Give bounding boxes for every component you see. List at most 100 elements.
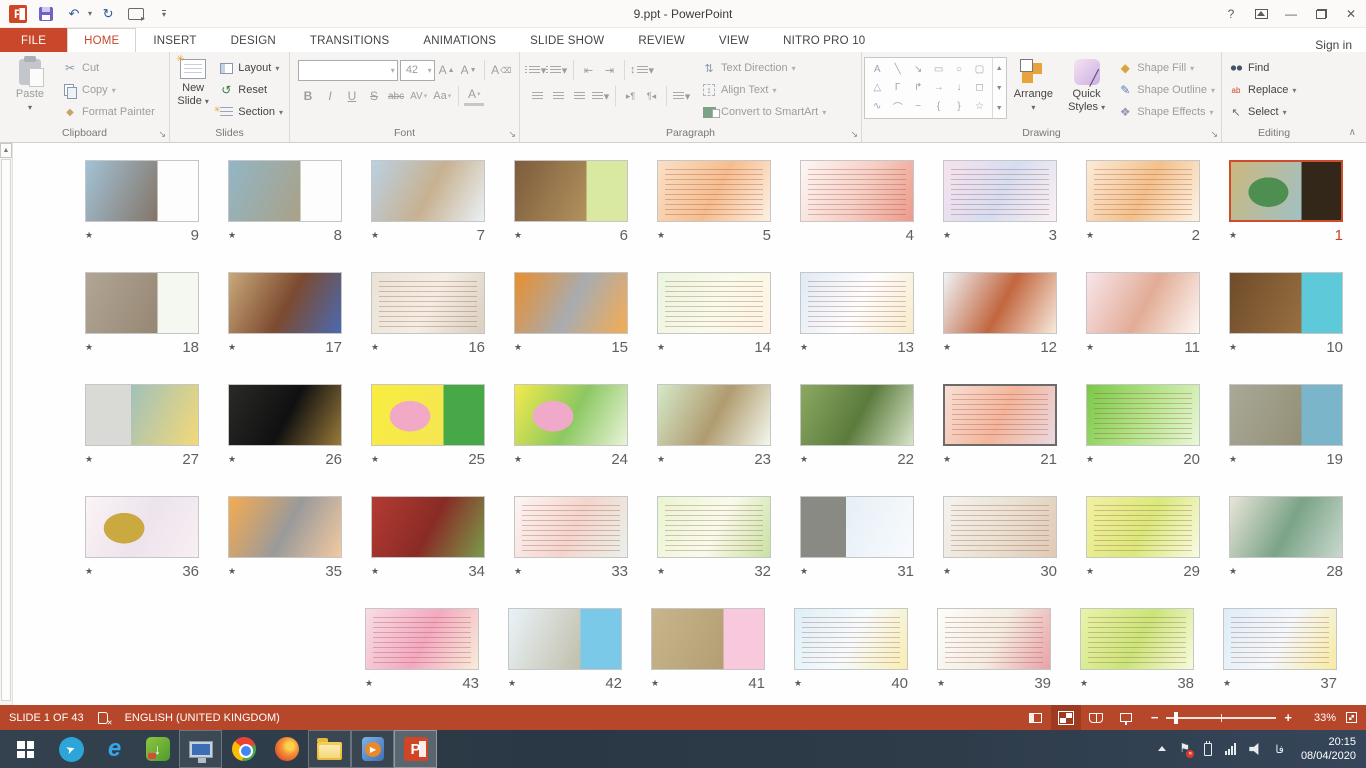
arrange-button[interactable]: Arrange▾ bbox=[1007, 55, 1060, 125]
slide-thumbnail-10[interactable] bbox=[1229, 272, 1343, 334]
paste-button[interactable]: Paste▾ bbox=[2, 55, 58, 125]
customize-qat-button[interactable]: ▾ bbox=[152, 3, 176, 25]
slide-thumbnail-19[interactable] bbox=[1229, 384, 1343, 446]
tab-file[interactable]: FILE bbox=[0, 28, 67, 52]
scrollbar-thumb[interactable] bbox=[1, 159, 11, 701]
slide-thumbnail-37[interactable] bbox=[1223, 608, 1337, 670]
normal-view-button[interactable] bbox=[1021, 705, 1051, 730]
taskbar-firefox-icon[interactable] bbox=[265, 730, 308, 768]
slide-thumbnail-29[interactable] bbox=[1086, 496, 1200, 558]
slide-thumbnail-2[interactable] bbox=[1086, 160, 1200, 222]
shape-isosceles-triangle-icon[interactable]: △ bbox=[867, 79, 887, 98]
taskbar-media-player-icon[interactable] bbox=[351, 730, 394, 768]
animation-star-icon[interactable]: ★ bbox=[1229, 566, 1237, 577]
animation-star-icon[interactable]: ★ bbox=[651, 678, 659, 689]
undo-dropdown-icon[interactable]: ▾ bbox=[88, 9, 92, 18]
replace-button[interactable]: Replace▾ bbox=[1224, 79, 1300, 101]
slide-thumbnail-6[interactable] bbox=[514, 160, 628, 222]
animation-star-icon[interactable]: ★ bbox=[228, 566, 236, 577]
shapes-scroll-up-icon[interactable]: ▲ bbox=[993, 58, 1006, 78]
animation-star-icon[interactable]: ★ bbox=[1086, 342, 1094, 353]
sign-in-link[interactable]: Sign in bbox=[1315, 38, 1366, 52]
align-right-button[interactable] bbox=[570, 86, 589, 106]
animation-star-icon[interactable]: ★ bbox=[371, 454, 379, 465]
help-button[interactable]: ? bbox=[1216, 0, 1246, 27]
shape-right-brace-icon[interactable]: } bbox=[949, 97, 969, 116]
align-left-button[interactable] bbox=[528, 86, 547, 106]
change-case-button[interactable]: Aa▾ bbox=[431, 86, 453, 106]
slide-thumbnail-17[interactable] bbox=[228, 272, 342, 334]
underline-button[interactable]: U bbox=[342, 86, 362, 106]
animation-star-icon[interactable]: ★ bbox=[1080, 678, 1088, 689]
decrease-font-size-button[interactable]: A▼ bbox=[459, 60, 479, 80]
layout-button[interactable]: Layout▾ bbox=[214, 57, 287, 79]
decrease-indent-button[interactable]: ⇤ bbox=[579, 60, 598, 80]
scroll-up-arrow-icon[interactable]: ▲ bbox=[0, 143, 12, 158]
slide-thumbnail-26[interactable] bbox=[228, 384, 342, 446]
taskbar-file-explorer-icon[interactable] bbox=[308, 730, 351, 768]
animation-star-icon[interactable]: ★ bbox=[371, 230, 379, 241]
tab-transitions[interactable]: TRANSITIONS bbox=[293, 28, 407, 52]
align-text-button[interactable]: Align Text▾ bbox=[697, 79, 830, 101]
hidden-icons-button[interactable] bbox=[1158, 742, 1166, 751]
shape-rounded-rectangle-icon[interactable]: ▢ bbox=[969, 60, 989, 79]
animation-star-icon[interactable]: ★ bbox=[657, 454, 665, 465]
clipboard-dialog-launcher[interactable]: ↘ bbox=[158, 130, 166, 139]
slide-thumbnail-11[interactable] bbox=[1086, 272, 1200, 334]
slide-thumbnail-41[interactable] bbox=[651, 608, 765, 670]
slide-thumbnail-15[interactable] bbox=[514, 272, 628, 334]
volume-icon[interactable] bbox=[1249, 743, 1262, 755]
language-indicator[interactable]: فا bbox=[1275, 743, 1284, 756]
slide-sorter-view-button[interactable] bbox=[1051, 705, 1081, 730]
slide-thumbnail-23[interactable] bbox=[657, 384, 771, 446]
slide-thumbnail-12[interactable] bbox=[943, 272, 1057, 334]
slide-thumbnail-1[interactable] bbox=[1229, 160, 1343, 222]
shape-text-box-icon[interactable]: A bbox=[867, 60, 887, 79]
shadow-button[interactable]: S bbox=[364, 86, 384, 106]
redo-button[interactable]: ↻ bbox=[96, 3, 120, 25]
strikethrough-button[interactable]: abc bbox=[386, 86, 406, 106]
columns-button[interactable]: ▾ bbox=[672, 86, 691, 106]
animation-star-icon[interactable]: ★ bbox=[1229, 230, 1237, 241]
font-color-button[interactable]: A▾ bbox=[464, 86, 484, 106]
shape-outline-button[interactable]: Shape Outline▾ bbox=[1113, 79, 1219, 101]
tab-animations[interactable]: ANIMATIONS bbox=[406, 28, 513, 52]
animation-star-icon[interactable]: ★ bbox=[85, 230, 93, 241]
text-direction-button[interactable]: Text Direction▾ bbox=[697, 57, 830, 79]
start-from-beginning-button[interactable] bbox=[124, 3, 148, 25]
tab-nitro-pro-10[interactable]: NITRO PRO 10 bbox=[766, 28, 882, 52]
animation-star-icon[interactable]: ★ bbox=[1229, 342, 1237, 353]
collapse-ribbon-button[interactable]: ∧ bbox=[1349, 127, 1356, 138]
close-button[interactable]: ✕ bbox=[1336, 0, 1366, 27]
animation-star-icon[interactable]: ★ bbox=[937, 678, 945, 689]
animation-star-icon[interactable]: ★ bbox=[514, 342, 522, 353]
slide-thumbnail-36[interactable] bbox=[85, 496, 199, 558]
shape-right-arrow-icon[interactable]: → bbox=[928, 79, 948, 98]
shape-line-icon[interactable]: ╲ bbox=[887, 60, 907, 79]
zoom-out-button[interactable]: − bbox=[1151, 710, 1159, 725]
animation-star-icon[interactable]: ★ bbox=[514, 230, 522, 241]
powerpoint-logo-icon[interactable]: P bbox=[6, 3, 30, 25]
animation-star-icon[interactable]: ★ bbox=[371, 566, 379, 577]
undo-button[interactable]: ↶ bbox=[62, 3, 86, 25]
proofing-error-icon[interactable] bbox=[98, 712, 111, 724]
animation-star-icon[interactable]: ★ bbox=[1223, 678, 1231, 689]
animation-star-icon[interactable]: ★ bbox=[943, 566, 951, 577]
restore-button[interactable] bbox=[1306, 0, 1336, 27]
zoom-slider-thumb[interactable] bbox=[1174, 712, 1178, 724]
slide-show-button[interactable] bbox=[1111, 705, 1141, 730]
slide-thumbnail-30[interactable] bbox=[943, 496, 1057, 558]
slide-thumbnail-3[interactable] bbox=[943, 160, 1057, 222]
animation-star-icon[interactable]: ★ bbox=[508, 678, 516, 689]
tab-insert[interactable]: INSERT bbox=[136, 28, 213, 52]
slide-thumbnail-7[interactable] bbox=[371, 160, 485, 222]
tab-design[interactable]: DESIGN bbox=[214, 28, 293, 52]
animation-star-icon[interactable]: ★ bbox=[1086, 230, 1094, 241]
slide-thumbnail-4[interactable] bbox=[800, 160, 914, 222]
slide-thumbnail-28[interactable] bbox=[1229, 496, 1343, 558]
slide-thumbnail-40[interactable] bbox=[794, 608, 908, 670]
select-button[interactable]: Select▾ bbox=[1224, 101, 1300, 123]
slide-thumbnail-42[interactable] bbox=[508, 608, 622, 670]
shape-rectangle-icon[interactable]: ▭ bbox=[928, 60, 948, 79]
font-name-combobox[interactable]: ▾ bbox=[298, 60, 398, 81]
